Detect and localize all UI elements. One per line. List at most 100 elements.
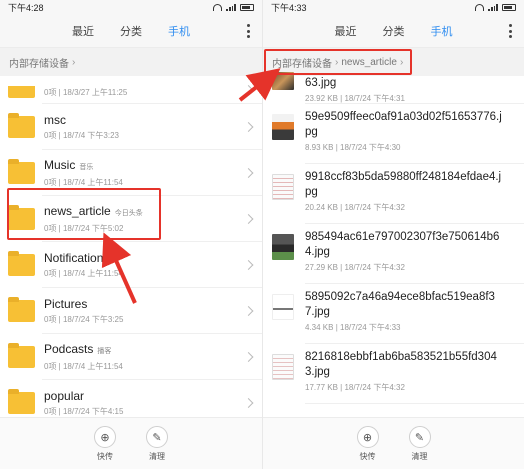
- file-row[interactable]: 9918ccf83b5da59880ff248184efdae4.jpg 20.…: [263, 164, 524, 224]
- file-name: 985494ac61e797002307f3e750614b64.jpg: [305, 231, 500, 258]
- file-name: 59e9509ffeec0af91a03d02f51653776.jpg: [305, 111, 502, 138]
- breadcrumb-item-root[interactable]: 内部存储设备: [272, 55, 332, 70]
- folder-name: Music: [44, 158, 76, 172]
- clean-label: 清理: [149, 452, 165, 461]
- image-thumbnail-icon: [272, 174, 294, 200]
- folder-meta: 0项 | 18/7/4 下午3:23: [44, 131, 120, 140]
- quick-share-label: 快传: [97, 452, 113, 461]
- image-thumbnail-icon: [272, 72, 294, 90]
- file-row[interactable]: 59e9509ffeec0af91a03d02f51653776.jpg 8.9…: [263, 104, 524, 164]
- folder-icon: [8, 113, 35, 138]
- folder-name: Podcasts: [44, 342, 94, 356]
- folder-list: 0项 | 18/3/27 上午11:25 msc 0项 | 18/7/4 下午3…: [0, 76, 262, 426]
- folder-icon: [8, 389, 35, 414]
- folder-icon: [8, 251, 35, 276]
- file-row[interactable]: 985494ac61e797002307f3e750614b64.jpg 27.…: [263, 224, 524, 284]
- file-list: 63.jpg 23.92 KB | 18/7/24 下午4:31 59e9509…: [263, 72, 524, 404]
- tab-category[interactable]: 分类: [120, 23, 142, 39]
- wifi-icon: [475, 3, 484, 11]
- folder-icon: [8, 159, 35, 184]
- folder-meta: 0项 | 18/3/27 上午11:25: [44, 88, 128, 97]
- battery-icon: [240, 3, 254, 11]
- folder-name: Notifications: [44, 251, 110, 265]
- folder-row-pictures[interactable]: Pictures 0项 | 18/7/24 下午3:25: [0, 288, 262, 334]
- breadcrumb: 内部存储设备 ›: [0, 48, 262, 76]
- tab-category[interactable]: 分类: [383, 23, 405, 39]
- left-phone-screen: 下午4:28 最近 分类 手机 内部存储设备 › 0项 | 18/3/27 上午…: [0, 0, 262, 469]
- quick-share-icon: ⊕: [94, 426, 116, 448]
- folder-tag: 音乐: [79, 164, 94, 171]
- folder-icon: [8, 86, 35, 98]
- folder-name: Pictures: [44, 297, 88, 311]
- breadcrumb: 内部存储设备 › news_article ›: [263, 48, 524, 76]
- right-phone-screen: 下午4:33 最近 分类 手机 内部存储设备 › news_article › …: [262, 0, 524, 469]
- quick-share-button[interactable]: ⊕ 快传: [87, 426, 123, 469]
- more-options-icon[interactable]: [247, 24, 250, 38]
- folder-name: msc: [44, 113, 66, 127]
- file-meta: 17.77 KB | 18/7/24 下午4:32: [305, 383, 405, 392]
- status-time: 下午4:28: [8, 2, 44, 13]
- clean-button[interactable]: ✎ 清理: [139, 426, 175, 469]
- folder-row-music[interactable]: Music 音乐 0项 | 18/7/4 上午11:54: [0, 150, 262, 196]
- clean-button[interactable]: ✎ 清理: [402, 426, 438, 469]
- breadcrumb-item-root[interactable]: 内部存储设备: [9, 55, 69, 70]
- tab-recent[interactable]: 最近: [335, 23, 357, 39]
- file-name: 63.jpg: [305, 77, 337, 89]
- file-row[interactable]: 8216818ebbf1ab6ba583521b55fd3043.jpg 17.…: [263, 344, 524, 404]
- folder-tag: 播客: [97, 348, 112, 355]
- folder-icon: [8, 343, 35, 368]
- quick-share-button[interactable]: ⊕ 快传: [350, 426, 386, 469]
- tab-recent[interactable]: 最近: [72, 23, 94, 39]
- folder-icon: [8, 205, 35, 230]
- file-meta: 20.24 KB | 18/7/24 下午4:32: [305, 203, 405, 212]
- folder-meta: 0项 | 18/7/24 下午4:15: [44, 407, 124, 416]
- folder-tag: 今日头条: [114, 210, 143, 217]
- folder-row-msc[interactable]: msc 0项 | 18/7/4 下午3:23: [0, 104, 262, 150]
- folder-row-news-article[interactable]: news_article 今日头条 0项 | 18/7/24 下午5:02: [0, 196, 262, 242]
- file-row[interactable]: 5895092c7a46a94ece8bfac519ea8f37.jpg 4.3…: [263, 284, 524, 344]
- signal-icon: [488, 3, 498, 11]
- folder-row-podcasts[interactable]: Podcasts 播客 0项 | 18/7/4 上午11:54: [0, 334, 262, 380]
- file-meta: 8.93 KB | 18/7/24 下午4:30: [305, 143, 401, 152]
- breadcrumb-separator-icon: ›: [335, 56, 339, 68]
- status-bar: 下午4:28: [0, 0, 262, 14]
- status-icons: [213, 3, 254, 11]
- file-name: 9918ccf83b5da59880ff248184efdae4.jpg: [305, 171, 502, 198]
- folder-row-partial[interactable]: 0项 | 18/3/27 上午11:25: [0, 76, 262, 104]
- folder-meta: 0项 | 18/7/24 下午5:02: [44, 224, 124, 233]
- signal-icon: [226, 3, 236, 11]
- tab-phone[interactable]: 手机: [168, 23, 190, 39]
- file-meta: 27.29 KB | 18/7/24 下午4:32: [305, 263, 405, 272]
- image-thumbnail-icon: [272, 294, 294, 320]
- broom-icon: ✎: [146, 426, 168, 448]
- top-tabs: 最近 分类 手机: [0, 14, 262, 48]
- more-options-icon[interactable]: [509, 24, 512, 38]
- folder-name: popular: [44, 389, 85, 403]
- file-meta: 4.34 KB | 18/7/24 下午4:33: [305, 323, 401, 332]
- breadcrumb-item-news-article[interactable]: news_article: [341, 57, 397, 68]
- wifi-icon: [213, 3, 222, 11]
- file-row-partial[interactable]: 63.jpg 23.92 KB | 18/7/24 下午4:31: [263, 72, 524, 104]
- folder-meta: 0项 | 18/7/4 上午11:54: [44, 269, 123, 278]
- folder-meta: 0项 | 18/7/24 下午3:25: [44, 315, 124, 324]
- file-name: 5895092c7a46a94ece8bfac519ea8f37.jpg: [305, 291, 495, 318]
- image-thumbnail-icon: [272, 234, 294, 260]
- broom-icon: ✎: [408, 426, 431, 448]
- bottom-toolbar: ⊕ 快传 ✎ 清理: [263, 417, 524, 469]
- breadcrumb-separator-icon: ›: [72, 56, 76, 68]
- clean-label: 清理: [411, 452, 428, 461]
- image-thumbnail-icon: [272, 114, 294, 140]
- top-tabs: 最近 分类 手机: [263, 14, 524, 48]
- quick-share-icon: ⊕: [356, 426, 379, 448]
- file-meta: 23.92 KB | 18/7/24 下午4:31: [305, 94, 405, 103]
- folder-icon: [8, 297, 35, 322]
- battery-icon: [502, 3, 516, 11]
- status-time: 下午4:33: [271, 2, 307, 13]
- image-thumbnail-icon: [272, 354, 294, 380]
- breadcrumb-separator-icon: ›: [399, 56, 404, 68]
- status-bar: 下午4:33: [263, 0, 524, 14]
- bottom-toolbar: ⊕ 快传 ✎ 清理: [0, 417, 262, 469]
- tab-phone[interactable]: 手机: [431, 23, 453, 39]
- folder-meta: 0项 | 18/7/4 上午11:54: [44, 178, 123, 187]
- folder-row-notifications[interactable]: Notifications 0项 | 18/7/4 上午11:54: [0, 242, 262, 288]
